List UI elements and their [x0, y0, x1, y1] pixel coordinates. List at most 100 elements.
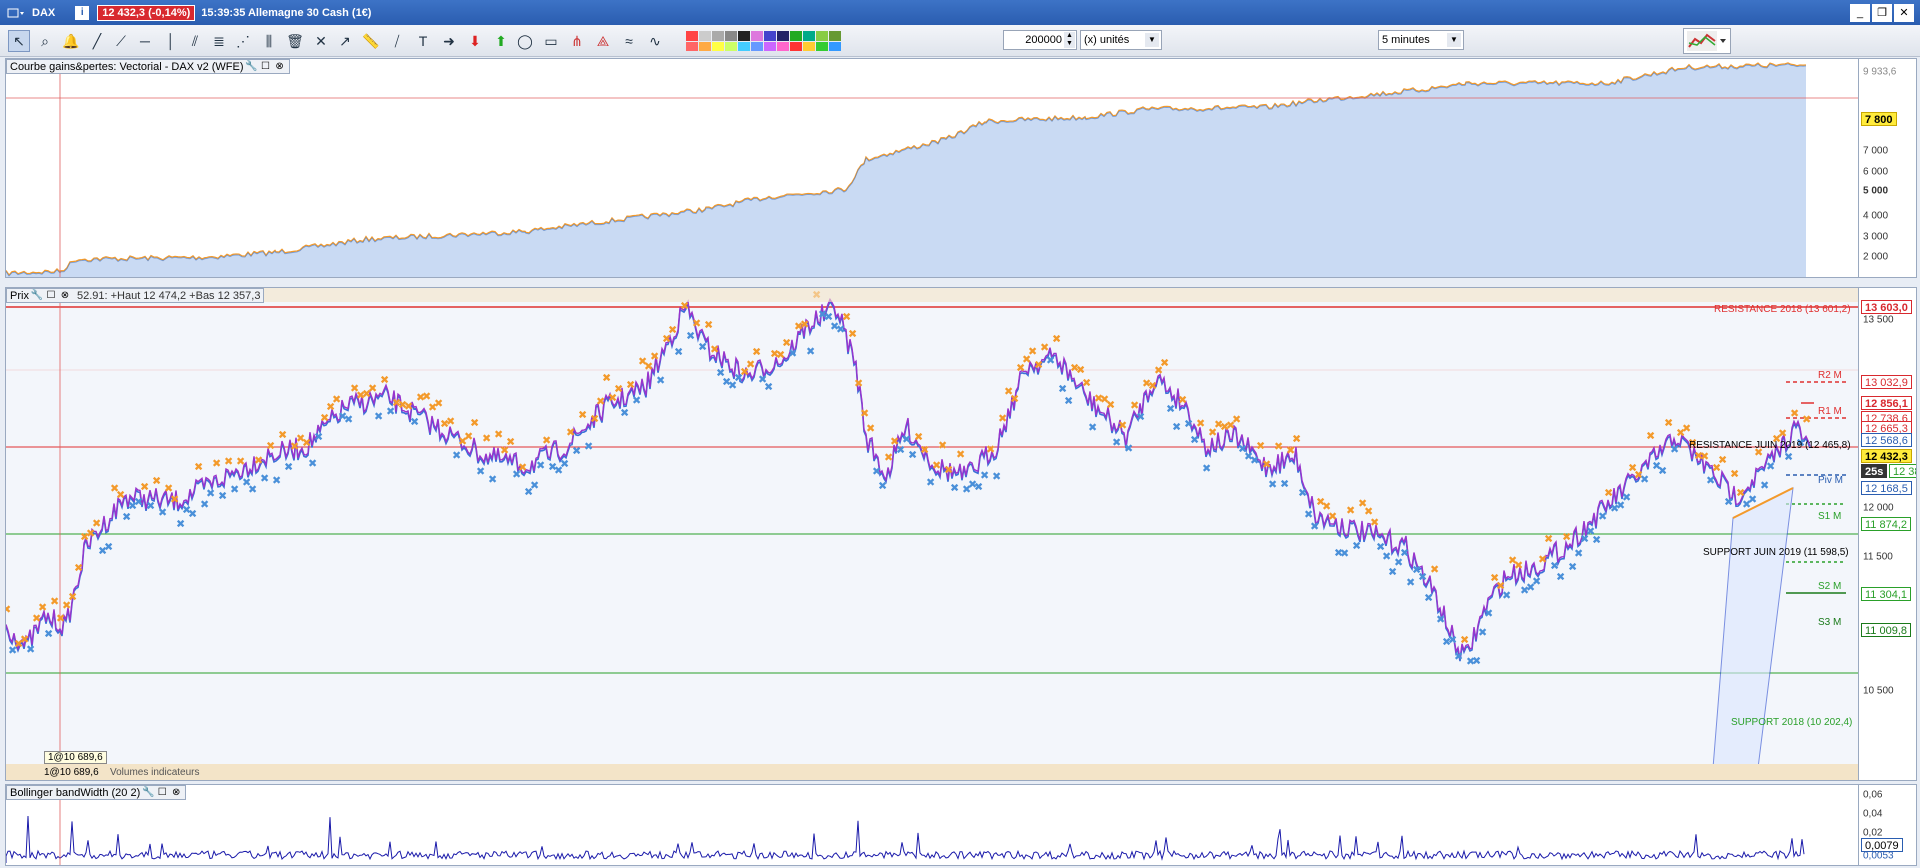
wrench-icon[interactable]: 🔧	[245, 61, 257, 73]
sell-marker: ✖	[1298, 487, 1307, 500]
equity-panel: Courbe gains&pertes: Vectorial - DAX v2 …	[5, 58, 1917, 278]
sell-marker: ✖	[632, 394, 641, 407]
alert-bell-icon[interactable]: 🔔	[60, 30, 82, 52]
unit-select[interactable]: (x) unités ▼	[1080, 30, 1162, 50]
sell-marker: ✖	[1760, 479, 1769, 492]
channel-icon[interactable]: ⫽	[184, 30, 206, 52]
close-icon[interactable]: ⊗	[274, 61, 286, 73]
buy-marker: ✖	[914, 430, 923, 443]
buy-marker: ✖	[302, 437, 311, 450]
buy-marker: ✖	[590, 412, 599, 425]
quantity-stepper[interactable]: 200000 ▲ ▼	[1003, 30, 1077, 50]
sell-marker: ✖	[698, 341, 707, 354]
arrow-diagonal-icon[interactable]: ↗	[334, 30, 356, 52]
wrench-icon[interactable]: 🔧	[142, 787, 154, 799]
buy-marker: ✖	[848, 328, 857, 341]
indicator-panel-header: Bollinger bandWidth (20 2) 🔧 ☐ ⊗	[6, 785, 187, 800]
buy-marker: ✖	[614, 382, 623, 395]
buy-marker: ✖	[1274, 440, 1283, 453]
title-bar: DAX i 12 432,3 (-0,14%) 15:39:35 Allemag…	[0, 0, 1920, 25]
gann-icon[interactable]: ⟁	[592, 30, 614, 52]
ray-icon[interactable]: ⟋	[110, 30, 132, 52]
equity-area	[6, 62, 1806, 277]
buy-marker: ✖	[1544, 533, 1553, 546]
zoom-icon[interactable]: ⌕	[34, 30, 56, 52]
buy-marker: ✖	[692, 317, 701, 330]
cross-icon[interactable]: ✕	[310, 30, 332, 52]
arrow-up-icon[interactable]: ⬆	[490, 30, 512, 52]
timeframe-label: 5 minutes	[1382, 34, 1430, 46]
buy-marker: ✖	[1604, 487, 1613, 500]
sell-marker: ✖	[1436, 613, 1445, 626]
buy-marker: ✖	[1256, 439, 1265, 452]
equity-tick: 2 000	[1863, 251, 1889, 263]
buy-marker: ✖	[518, 461, 527, 474]
close-icon[interactable]: ⊗	[170, 787, 182, 799]
buy-marker: ✖	[1286, 444, 1295, 457]
sell-marker: ✖	[134, 495, 143, 508]
fib-fan-icon[interactable]: ⋰	[232, 30, 254, 52]
maximize-icon[interactable]: ☐	[45, 290, 57, 302]
ruler-icon[interactable]: 📏	[360, 30, 382, 52]
parallel-icon[interactable]: ⧸	[386, 30, 408, 52]
buy-marker: ✖	[1148, 379, 1157, 392]
wrench-icon[interactable]: 🔧	[31, 290, 43, 302]
arrow-down-icon[interactable]: ⬇	[464, 30, 486, 52]
fibonacci-icon[interactable]: ≣	[208, 30, 230, 52]
maximize-icon[interactable]: ☐	[260, 61, 272, 73]
buy-marker: ✖	[50, 595, 59, 608]
buy-marker: ✖	[368, 382, 377, 395]
buy-marker: ✖	[494, 428, 503, 441]
window-menu-icon[interactable]	[4, 7, 28, 19]
trendline-icon[interactable]: ╱	[86, 30, 108, 52]
minimize-icon[interactable]: _	[1850, 3, 1870, 22]
delete-icon[interactable]: 🗑	[284, 30, 306, 52]
vertical-line-icon[interactable]: │	[160, 30, 182, 52]
maximize-icon[interactable]: ☐	[156, 787, 168, 799]
sell-marker: ✖	[908, 448, 917, 461]
sell-marker: ✖	[530, 479, 539, 492]
sell-marker: ✖	[1136, 411, 1145, 424]
sell-marker: ✖	[1250, 454, 1259, 467]
ellipse-icon[interactable]: ◯	[514, 30, 536, 52]
buy-marker: ✖	[842, 311, 851, 324]
sell-marker: ✖	[764, 381, 773, 394]
rectangle-icon[interactable]: ▭	[540, 30, 562, 52]
timeframe-select[interactable]: 5 minutes ▼	[1378, 30, 1464, 50]
sell-marker: ✖	[1268, 478, 1277, 491]
regression-icon[interactable]: ≈	[618, 30, 640, 52]
tag-12856: 12 856,1	[1861, 396, 1912, 410]
horizontal-line-icon[interactable]: ─	[134, 30, 156, 52]
buy-marker: ✖	[170, 493, 179, 506]
info-icon[interactable]: i	[75, 5, 90, 20]
sell-marker: ✖	[872, 465, 881, 478]
sell-marker: ✖	[1556, 570, 1565, 583]
color-palette-icon[interactable]	[686, 31, 842, 51]
sell-marker: ✖	[176, 517, 185, 530]
buy-marker: ✖	[1778, 427, 1787, 440]
sell-marker: ✖	[584, 440, 593, 453]
buy-marker: ✖	[938, 439, 947, 452]
text-icon[interactable]: T	[412, 30, 434, 52]
fib-time-icon[interactable]: ⫼	[258, 30, 280, 52]
sell-marker: ✖	[1352, 539, 1361, 552]
close-icon[interactable]: ⊗	[59, 290, 71, 302]
cycle-icon[interactable]: ∿	[644, 30, 666, 52]
restore-icon[interactable]: ❐	[1872, 3, 1892, 22]
pointer-icon[interactable]: ↖	[8, 30, 30, 52]
sell-marker: ✖	[1478, 626, 1487, 639]
buy-marker: ✖	[32, 612, 41, 625]
sell-marker: ✖	[1532, 575, 1541, 588]
buy-marker: ✖	[1370, 516, 1379, 529]
buy-marker: ✖	[920, 443, 929, 456]
pitchfork-icon[interactable]: ⋔	[566, 30, 588, 52]
tag-13603: 13 603,0	[1861, 300, 1912, 314]
buy-marker: ✖	[38, 601, 47, 614]
sell-marker: ✖	[374, 410, 383, 423]
sell-marker: ✖	[878, 480, 887, 493]
sell-marker: ✖	[1574, 547, 1583, 560]
buy-marker: ✖	[668, 323, 677, 336]
close-icon[interactable]: ✕	[1894, 3, 1914, 22]
chart-style-icon[interactable]	[1683, 28, 1731, 54]
arrow-icon[interactable]: ➜	[438, 30, 460, 52]
